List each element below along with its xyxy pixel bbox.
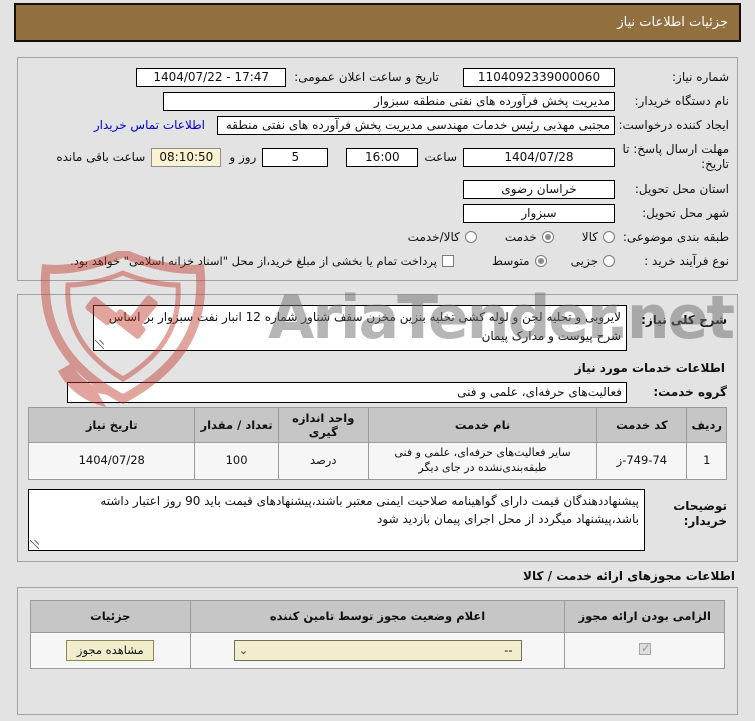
deadline-label: مهلت ارسال پاسخ: تا تاریخ: [622, 142, 729, 171]
license-required-checkbox [638, 641, 651, 655]
process-label: نوع فرآیند خرید : [644, 253, 729, 268]
city-row: شهر محل تحویل: سبزوار [26, 202, 729, 224]
creator-label: ایجاد کننده درخواست: [618, 117, 729, 132]
radio-goods[interactable] [603, 231, 615, 243]
buyer-org-row: نام دستگاه خریدار: مدیریت پخش فرآورده ها… [26, 90, 729, 112]
license-status-value: -- [504, 643, 513, 658]
need-number-row: شماره نیاز: 1104092339000060 تاریخ و ساع… [26, 66, 729, 88]
page-title-bar: جزئیات اطلاعات نیاز [14, 3, 741, 42]
col-license-details: جزئیات [30, 599, 191, 633]
announce-label: تاریخ و ساعت اعلان عمومی: [294, 70, 439, 84]
need-number-field[interactable]: 1104092339000060 [463, 67, 615, 87]
license-section-header: اطلاعات مجوزهای ارائه خدمت / کالا [523, 568, 735, 583]
cell-license-details: مشاهده مجوز [30, 631, 191, 669]
announce-datetime-field[interactable]: 1404/07/22 - 17:47 [136, 67, 287, 87]
radio-medium-label: متوسط [491, 254, 530, 268]
col-service-name: نام خدمت [367, 407, 598, 443]
need-details-page: { "title": "جزئیات اطلاعات نیاز", "color… [0, 3, 755, 721]
buyer-org-field[interactable]: مدیریت پخش فرآورده های نفتی منطقه سبزوار [163, 91, 615, 111]
city-field[interactable]: سبزوار [463, 203, 615, 223]
cell-license-status: -- ⌄ [189, 631, 566, 669]
services-table: ردیف کد خدمت نام خدمت واحد اندازه گیری ت… [27, 407, 727, 480]
cell-row-number: 1 [686, 442, 727, 480]
chevron-down-icon: ⌄ [238, 643, 249, 657]
radio-service-label: خدمت [504, 230, 537, 244]
process-type-row: نوع فرآیند خرید : جزیی متوسط پرداخت تمام… [26, 250, 729, 272]
buyer-org-label: نام دستگاه خریدار: [634, 93, 730, 108]
province-label: استان محل تحویل: [634, 181, 729, 196]
days-and-label: روز و [229, 150, 257, 164]
need-description-panel: شرح کلی نیاز: لایروبی و تخلیه لجن و لوله… [17, 294, 738, 562]
treasury-checkbox-label: پرداخت تمام یا بخشی از مبلغ خرید،از محل … [70, 254, 437, 268]
col-unit: واحد اندازه گیری [277, 407, 369, 443]
buyer-contact-link[interactable]: اطلاعات تماس خریدار [94, 118, 205, 132]
resize-grip-icon[interactable] [30, 539, 39, 549]
radio-service[interactable] [541, 231, 554, 243]
col-quantity: تعداد / مقدار [194, 407, 279, 443]
need-desc-label: شرح کلی نیاز: [641, 313, 727, 327]
classification-row: طبقه بندی موضوعی: کالا خدمت کالا/خدمت [26, 226, 729, 248]
treasury-checkbox[interactable] [441, 255, 454, 267]
province-field[interactable]: خراسان رضوی [463, 179, 615, 199]
cell-unit: درصد [277, 442, 369, 480]
creator-row: ایجاد کننده درخواست: مجتبی مهذبی رئیس خد… [26, 114, 729, 136]
service-group-label: گروه خدمت: [653, 384, 727, 399]
cell-quantity: 100 [194, 442, 279, 480]
cell-license-required [564, 631, 725, 669]
license-table-row: -- ⌄ مشاهده مجوز [30, 631, 725, 669]
license-status-select[interactable]: -- ⌄ [233, 639, 522, 661]
city-label: شهر محل تحویل: [642, 205, 729, 220]
days-remaining-field[interactable]: 5 [262, 147, 329, 167]
cell-need-date: 1404/07/28 [27, 442, 196, 480]
need-desc-row: شرح کلی نیاز: لایروبی و تخلیه لجن و لوله… [28, 305, 727, 351]
radio-goods-label: کالا [581, 230, 598, 244]
services-table-row: 1 749-74-ز سایر فعالیت‌های حرفه‌ای، علمی… [27, 442, 727, 480]
services-table-header-row: ردیف کد خدمت نام خدمت واحد اندازه گیری ت… [27, 407, 727, 443]
col-row-number: ردیف [686, 407, 727, 443]
buyer-notes-label: توضیحات خریدار: [673, 498, 727, 528]
service-group-row: گروه خدمت: فعالیت‌های حرفه‌ای، علمی و فن… [28, 381, 727, 403]
view-license-button[interactable]: مشاهده مجوز [66, 639, 155, 661]
col-need-date: تاریخ نیاز [27, 407, 196, 443]
deadline-row: مهلت ارسال پاسخ: تا تاریخ: 1404/07/28 سا… [26, 138, 729, 176]
page-title: جزئیات اطلاعات نیاز [617, 15, 728, 30]
radio-partial[interactable] [603, 255, 615, 267]
service-group-field[interactable]: فعالیت‌های حرفه‌ای، علمی و فنی [67, 381, 627, 403]
classification-label: طبقه بندی موضوعی: [622, 229, 729, 244]
deadline-date-field[interactable]: 1404/07/28 [463, 147, 615, 167]
buyer-notes-textarea[interactable]: پیشنهاددهندگان قیمت دارای گواهینامه صلاح… [28, 488, 645, 551]
license-table: الزامی بودن ارائه مجوز اعلام وضعیت مجوز … [30, 599, 725, 669]
need-desc-textarea[interactable]: لایروبی و تخلیه لجن و لوله کشی تخلیه بنز… [93, 305, 627, 351]
resize-grip-icon[interactable] [95, 340, 104, 349]
col-license-status: اعلام وضعیت مجوز توسط تامین کننده [189, 599, 566, 633]
need-number-label: شماره نیاز: [672, 69, 729, 84]
deadline-time-field[interactable]: 16:00 [346, 147, 419, 167]
radio-medium[interactable] [534, 255, 547, 267]
cell-service-name: سایر فعالیت‌های حرفه‌ای، علمی و فنی طبقه… [367, 442, 598, 480]
creator-field[interactable]: مجتبی مهذبی رئیس خدمات مهندسی مدیریت پخش… [217, 115, 615, 135]
need-info-panel: شماره نیاز: 1104092339000060 تاریخ و ساع… [17, 57, 738, 281]
buyer-notes-row: توضیحات خریدار: پیشنهاددهندگان قیمت دارا… [28, 488, 727, 551]
province-row: استان محل تحویل: خراسان رضوی [26, 178, 729, 200]
radio-goods-service[interactable] [464, 231, 477, 243]
license-panel: الزامی بودن ارائه مجوز اعلام وضعیت مجوز … [17, 586, 738, 715]
license-table-header-row: الزامی بودن ارائه مجوز اعلام وضعیت مجوز … [30, 599, 725, 633]
cell-service-code: 749-74-ز [596, 442, 688, 480]
col-license-required: الزامی بودن ارائه مجوز [564, 599, 725, 633]
remaining-label: ساعت باقی مانده [56, 150, 146, 164]
services-section-header: اطلاعات خدمات مورد نیاز [574, 361, 725, 375]
countdown-timer: 08:10:50 [151, 147, 222, 167]
col-service-code: کد خدمت [596, 407, 688, 443]
radio-goods-service-label: کالا/خدمت [407, 230, 460, 244]
hour-label: ساعت [424, 150, 457, 164]
radio-partial-label: جزیی [570, 254, 598, 268]
